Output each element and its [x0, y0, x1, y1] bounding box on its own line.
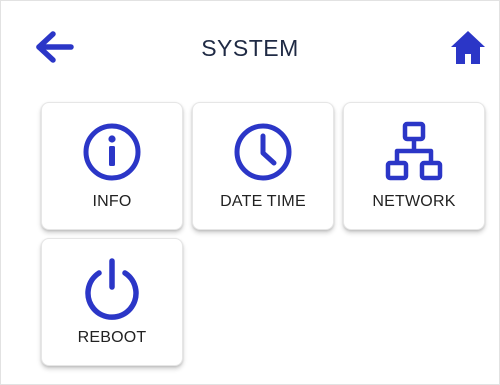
system-screen: SYSTEM INFO DATE TIME NETWORK REBOOT [0, 0, 500, 385]
info-tile[interactable]: INFO [41, 102, 183, 230]
home-button[interactable] [445, 27, 491, 67]
reboot-label: REBOOT [77, 329, 147, 346]
power-icon [85, 258, 139, 320]
date-time-tile[interactable]: DATE TIME [192, 102, 334, 230]
header: SYSTEM [1, 1, 499, 93]
page-title: SYSTEM [201, 35, 299, 61]
network-icon [385, 121, 443, 181]
network-tile[interactable]: NETWORK [343, 102, 485, 230]
back-button[interactable] [33, 29, 79, 65]
date-time-label: DATE TIME [220, 193, 306, 210]
arrow-left-icon [36, 31, 74, 63]
info-icon [83, 123, 141, 181]
clock-icon [234, 123, 292, 181]
info-label: INFO [92, 193, 132, 210]
home-icon [451, 31, 485, 64]
network-label: NETWORK [372, 193, 456, 210]
reboot-tile[interactable]: REBOOT [41, 238, 183, 366]
